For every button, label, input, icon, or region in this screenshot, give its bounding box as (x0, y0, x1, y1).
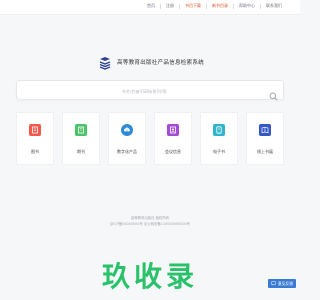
footer-icp: 京ICP备05000000号 京公网安备110000000000号 (109, 222, 191, 226)
card-label: 线上书展 (257, 149, 273, 154)
brand: 高等教育出版社产品信息检索系统 (98, 55, 204, 70)
top-bar: 首页 注册 书目下载 新书目录 帮助中心 联系我们 (0, 0, 300, 15)
card-label: 会议信息 (165, 149, 181, 154)
journal-icon (75, 124, 87, 136)
search-icon[interactable] (269, 86, 278, 101)
card-label: 图书 (31, 149, 39, 154)
hero-section (0, 18, 300, 203)
card-books[interactable]: 图书 (16, 112, 54, 165)
category-cards: 图书 期刊 数字化产品 会议信息 电子书 线上书展 (16, 112, 284, 165)
cloud-download-icon (121, 124, 133, 136)
card-label: 数字化产品 (117, 149, 137, 154)
search-box (16, 80, 284, 101)
feedback-button[interactable]: 意见反馈 (267, 279, 296, 288)
footer-info: 高等教育出版社 版权所有 京ICP备05000000号 京公网安备1100000… (0, 215, 300, 227)
card-journals[interactable]: 期刊 (62, 112, 100, 165)
nav-help-link[interactable]: 帮助中心 (235, 3, 259, 9)
book-icon (29, 124, 41, 136)
ebook-icon (213, 124, 225, 136)
watermark: 玖收录 (101, 260, 198, 293)
top-nav: 首页 注册 书目下载 新书目录 帮助中心 联系我们 (143, 3, 286, 9)
book-stack-logo-icon (98, 55, 112, 70)
nav-divider (260, 3, 261, 9)
nav-divider (206, 3, 207, 9)
nav-new-books-link[interactable]: 新书目录 (208, 3, 232, 9)
nav-catalog-download-link[interactable]: 书目下载 (181, 3, 205, 9)
meeting-icon (167, 124, 179, 136)
chat-icon (270, 281, 276, 286)
nav-register-link[interactable]: 注册 (162, 3, 178, 9)
online-expo-icon (259, 124, 271, 136)
site-title: 高等教育出版社产品信息检索系统 (117, 60, 204, 66)
card-online-expo[interactable]: 线上书展 (246, 112, 284, 165)
card-label: 期刊 (77, 149, 85, 154)
card-digital-products[interactable]: 数字化产品 (108, 112, 146, 165)
search-input[interactable] (17, 81, 271, 101)
feedback-label: 意见反馈 (277, 280, 293, 286)
card-ebooks[interactable]: 电子书 (200, 112, 238, 165)
nav-home-link[interactable]: 首页 (143, 3, 159, 9)
nav-divider (160, 3, 161, 9)
nav-divider (179, 3, 180, 9)
nav-divider (233, 3, 234, 9)
nav-contact-link[interactable]: 联系我们 (262, 3, 286, 9)
card-meetings[interactable]: 会议信息 (154, 112, 192, 165)
card-label: 电子书 (213, 149, 225, 154)
